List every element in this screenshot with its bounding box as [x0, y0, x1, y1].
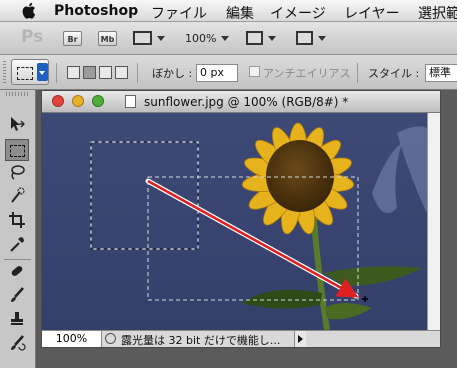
rectangular-marquee-icon	[17, 67, 33, 80]
anti-alias-label: アンチエイリアス	[263, 67, 351, 80]
status-info-icon	[105, 333, 116, 344]
spot-healing-brush-icon[interactable]	[5, 262, 29, 284]
sunflower-photo	[42, 113, 427, 330]
options-bar-grip[interactable]	[3, 61, 6, 83]
lasso-tool-icon[interactable]	[5, 163, 29, 185]
divider	[137, 63, 138, 83]
subtract-from-selection-icon[interactable]	[99, 66, 112, 79]
view-extras-icon[interactable]	[133, 31, 152, 45]
arrange-documents-icon[interactable]	[246, 31, 263, 45]
menu-layer[interactable]: レイヤー	[344, 3, 400, 23]
document-icon	[125, 95, 136, 108]
move-tool-icon[interactable]	[5, 115, 29, 137]
mini-bridge-button[interactable]: Mb	[98, 31, 117, 46]
screen-mode-icon[interactable]	[296, 31, 313, 45]
new-selection-icon[interactable]	[67, 66, 80, 79]
document-title-bar[interactable]: sunflower.jpg @ 100% (RGB/8#) *	[42, 91, 440, 113]
add-to-selection-icon[interactable]	[83, 66, 96, 79]
chevron-down-icon[interactable]	[268, 36, 276, 41]
rectangular-marquee-tool-icon[interactable]	[5, 139, 29, 161]
feather-label: ぼかし :	[152, 67, 193, 80]
menu-file[interactable]: ファイル	[151, 3, 207, 23]
menu-edit[interactable]: 編集	[226, 3, 254, 23]
tools-panel-grip[interactable]	[6, 92, 28, 96]
crop-tool-icon[interactable]	[5, 211, 29, 233]
quick-selection-tool-icon[interactable]	[5, 187, 29, 209]
status-menu-arrow-icon[interactable]	[294, 331, 306, 347]
bridge-button[interactable]: Br	[63, 31, 82, 46]
application-bar: Ps Br Mb 100%	[0, 22, 457, 55]
zoom-level-select[interactable]: 100%	[185, 32, 216, 45]
chevron-down-icon[interactable]	[221, 36, 229, 41]
document-title: sunflower.jpg @ 100% (RGB/8#) *	[144, 95, 349, 109]
image-canvas[interactable]	[42, 113, 427, 330]
brush-tool-icon[interactable]	[5, 286, 29, 308]
document-window: sunflower.jpg @ 100% (RGB/8#) * 100% 露光量…	[41, 90, 441, 348]
close-window-button[interactable]	[52, 95, 64, 107]
status-zoom-field[interactable]: 100%	[42, 331, 102, 347]
minimize-window-button[interactable]	[72, 95, 84, 107]
eyedropper-tool-icon[interactable]	[5, 235, 29, 257]
menu-select[interactable]: 選択範	[418, 3, 457, 23]
chevron-down-icon[interactable]	[318, 36, 326, 41]
document-status-bar: 100% 露光量は 32 bit だけで機能し...	[42, 330, 440, 347]
clone-stamp-tool-icon[interactable]	[5, 310, 29, 332]
menu-image[interactable]: イメージ	[270, 3, 326, 23]
history-brush-tool-icon[interactable]	[5, 334, 29, 356]
divider	[56, 63, 57, 83]
chevron-down-icon[interactable]	[157, 36, 165, 41]
anti-alias-checkbox[interactable]	[249, 66, 260, 77]
options-bar: ぼかし : 0 px アンチエイリアス スタイル : 標準	[0, 55, 457, 90]
style-label: スタイル :	[368, 67, 420, 80]
status-info-text: 露光量は 32 bit だけで機能し...	[121, 334, 281, 347]
tool-preset-picker[interactable]	[11, 59, 49, 85]
divider	[357, 63, 358, 83]
menu-photoshop[interactable]: Photoshop	[54, 3, 138, 19]
mac-menu-bar: Photoshop ファイル 編集 イメージ レイヤー 選択範	[0, 0, 457, 22]
photoshop-logo: Ps	[21, 27, 44, 47]
tools-panel	[0, 90, 36, 368]
vertical-scrollbar[interactable]	[427, 113, 440, 330]
feather-input[interactable]: 0 px	[196, 64, 238, 82]
style-select[interactable]: 標準	[425, 64, 457, 82]
chevron-down-icon[interactable]	[37, 63, 48, 81]
divider	[4, 259, 31, 260]
intersect-selection-icon[interactable]	[115, 66, 128, 79]
apple-icon[interactable]	[22, 2, 36, 19]
zoom-window-button[interactable]	[92, 95, 104, 107]
